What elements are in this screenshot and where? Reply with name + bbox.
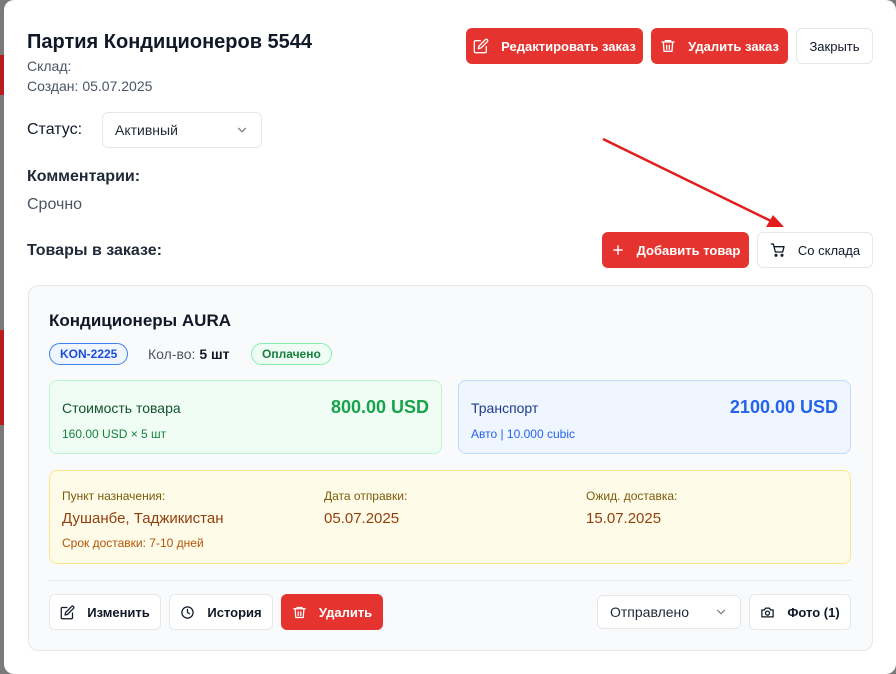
eta: Ожид. доставка: 15.07.2025 [586, 489, 677, 527]
history-button[interactable]: История [169, 594, 273, 630]
history-label: История [207, 604, 262, 620]
cart-icon [770, 242, 786, 258]
comments-label: Комментарии: [27, 168, 141, 185]
ship-date: Дата отправки: 05.07.2025 [324, 489, 407, 527]
product-code-badge: KON-2225 [49, 343, 129, 365]
trash-icon [660, 38, 676, 54]
delete-item-button[interactable]: Удалить [281, 594, 383, 630]
warehouse-line: Склад: [27, 58, 72, 74]
cost-box: Стоимость товара 800.00 USD 160.00 USD ×… [49, 380, 442, 454]
transport-box: Транспорт 2100.00 USD Авто | 10.000 cubi… [458, 380, 851, 454]
destination-value: Душанбе, Таджикистан [62, 510, 224, 527]
quantity: Кол-во: 5 шт [148, 346, 230, 362]
close-button[interactable]: Закрыть [796, 28, 873, 64]
from-warehouse-button[interactable]: Со склада [757, 232, 873, 268]
status-value: Активный [115, 122, 178, 138]
eta-value: 15.07.2025 [586, 510, 662, 527]
clock-icon [180, 605, 195, 620]
destination: Пункт назначения: Душанбе, Таджикистан [62, 489, 224, 527]
payment-status-badge: Оплачено [251, 343, 332, 365]
pencil-square-icon [473, 38, 489, 54]
eta-label: Ожид. доставка: [586, 489, 678, 503]
delivery-term: Срок доставки: 7-10 дней [62, 536, 204, 550]
status-select[interactable]: Активный [102, 112, 262, 148]
comments-value: Срочно [27, 196, 83, 213]
order-modal: Партия Кондиционеров 5544 Склад: Создан:… [4, 0, 896, 674]
delivery-box: Пункт назначения: Душанбе, Таджикистан Д… [49, 470, 851, 564]
items-section-label: Товары в заказе: [27, 242, 162, 259]
close-label: Закрыть [809, 38, 860, 54]
destination-label: Пункт назначения: [62, 489, 166, 503]
plus-icon [611, 243, 625, 257]
delete-order-button[interactable]: Удалить заказ [651, 28, 788, 64]
photo-label: Фото (1) [787, 604, 840, 620]
chevron-down-icon [714, 605, 728, 619]
trash-icon [292, 605, 307, 620]
camera-icon [760, 605, 775, 620]
edit-item-label: Изменить [87, 604, 150, 620]
product-name: Кондиционеры AURA [49, 311, 232, 330]
add-item-button[interactable]: Добавить товар [602, 232, 749, 268]
transport-amount: 2100.00 USD [729, 397, 838, 417]
edit-order-label: Редактировать заказ [501, 38, 636, 54]
created-date: Создан: 05.07.2025 [27, 78, 153, 94]
add-item-label: Добавить товар [636, 242, 741, 258]
quantity-label: Кол-во: [148, 346, 196, 362]
edit-item-button[interactable]: Изменить [49, 594, 161, 630]
delete-order-label: Удалить заказ [688, 38, 779, 54]
cost-label: Стоимость товара [62, 400, 181, 416]
cost-detail: 160.00 USD × 5 шт [62, 427, 167, 441]
cost-amount: 800.00 USD [330, 397, 429, 417]
pencil-square-icon [60, 605, 75, 620]
item-state-value: Отправлено [610, 604, 690, 620]
item-state-select[interactable]: Отправлено [597, 595, 741, 629]
from-warehouse-label: Со склада [797, 242, 861, 258]
transport-label: Транспорт [471, 400, 539, 416]
chevron-down-icon [235, 123, 249, 137]
card-divider [49, 580, 851, 581]
item-card: Кондиционеры AURA KON-2225 Кол-во: 5 шт … [28, 285, 873, 651]
transport-detail: Авто | 10.000 cubic [471, 427, 575, 441]
status-label: Статус: [27, 121, 83, 138]
quantity-value: 5 шт [199, 346, 230, 362]
page-title: Партия Кондиционеров 5544 [27, 31, 313, 53]
ship-date-label: Дата отправки: [324, 489, 408, 503]
ship-date-value: 05.07.2025 [324, 510, 400, 527]
delete-item-label: Удалить [318, 604, 373, 620]
photo-button[interactable]: Фото (1) [749, 594, 851, 630]
edit-order-button[interactable]: Редактировать заказ [466, 28, 643, 64]
